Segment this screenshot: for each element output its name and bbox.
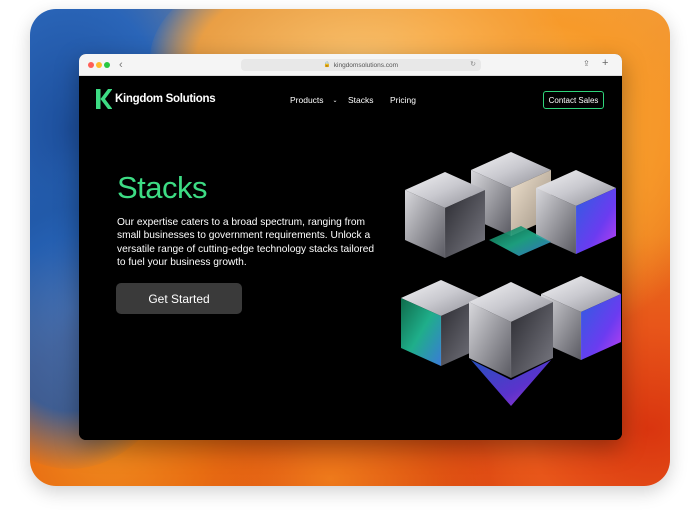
brand-name: Kingdom Solutions xyxy=(115,93,216,105)
url-text: kingdomsolutions.com xyxy=(333,61,399,69)
get-started-button[interactable]: Get Started xyxy=(116,283,242,314)
minimize-window-icon[interactable] xyxy=(96,62,102,68)
nav-item-stacks[interactable]: Stacks xyxy=(348,95,374,105)
hero-description: Our expertise caters to a broad spectrum… xyxy=(117,217,375,268)
plus-icon[interactable]: + xyxy=(602,57,608,69)
browser-window: ‹ 🔒 kingdomsolutions.com ↻ ⇪ + Kingdom S… xyxy=(79,54,622,440)
reload-icon[interactable]: ↻ xyxy=(470,60,476,68)
nav-item-pricing[interactable]: Pricing xyxy=(390,95,416,105)
chevron-down-icon: ⌄ xyxy=(332,97,338,104)
close-window-icon[interactable] xyxy=(88,62,94,68)
contact-sales-button[interactable]: Contact Sales xyxy=(543,91,604,109)
maximize-window-icon[interactable] xyxy=(104,62,110,68)
nav-item-products[interactable]: Products ⌄ xyxy=(290,95,338,105)
metallic-cubes-illustration xyxy=(401,152,621,406)
nav-item-label: Products xyxy=(290,95,324,105)
hero-title: Stacks xyxy=(117,170,208,205)
browser-titlebar: ‹ 🔒 kingdomsolutions.com ↻ ⇪ + xyxy=(79,54,622,76)
brand-logo[interactable]: Kingdom Solutions xyxy=(96,89,216,109)
share-icon[interactable]: ⇪ xyxy=(583,59,590,68)
k-logo-icon xyxy=(96,89,112,109)
address-bar[interactable]: 🔒 kingdomsolutions.com ↻ xyxy=(241,59,481,71)
chevron-left-icon[interactable]: ‹ xyxy=(119,58,123,72)
web-page: Kingdom Solutions Products ⌄ Stacks Pric… xyxy=(79,76,622,440)
lock-icon: 🔒 xyxy=(323,62,331,68)
